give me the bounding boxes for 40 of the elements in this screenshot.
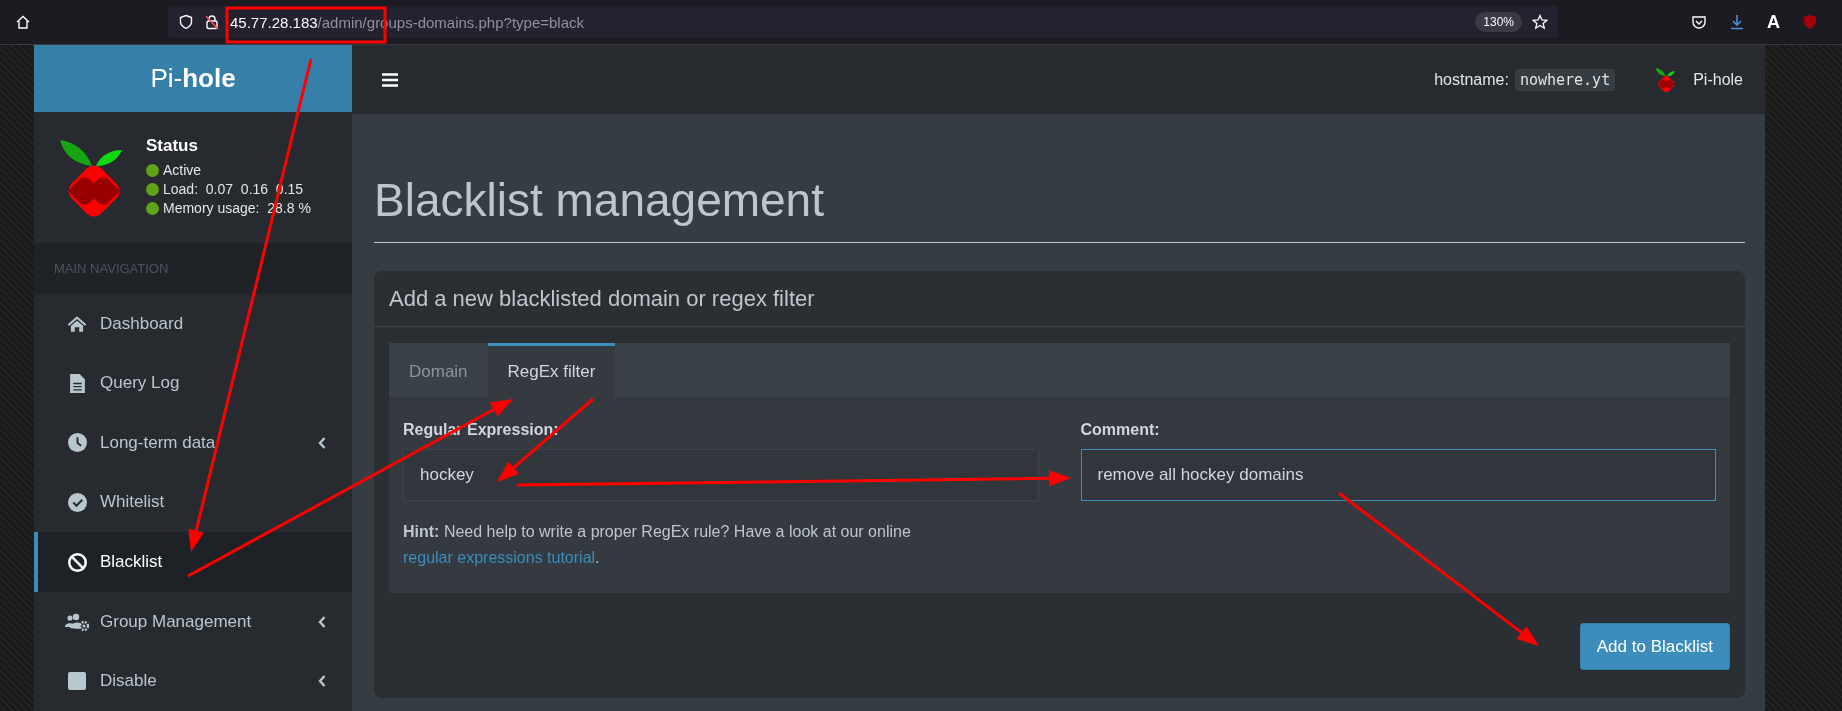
nav-item[interactable]: Dashboard [34, 294, 352, 354]
status-title: Status [146, 136, 199, 157]
square-icon [68, 672, 86, 691]
status-dot-icon [146, 201, 159, 215]
nav-item[interactable]: Group Management [34, 591, 352, 652]
input-field[interactable]: hockey [403, 449, 1039, 501]
document-icon [69, 373, 85, 393]
check-circle-icon [67, 493, 87, 512]
nav-item[interactable]: Long-term data [34, 413, 352, 473]
user-menu-label[interactable]: Pi-hole [1693, 70, 1743, 89]
insecure-lock-icon[interactable] [204, 14, 220, 30]
menu-icon[interactable] [382, 72, 398, 87]
clock-icon [67, 433, 87, 453]
nav-item[interactable]: Whitelist [34, 472, 352, 533]
users-gear-icon [65, 612, 89, 631]
hostname-value: nowhere.yt [1514, 68, 1616, 91]
page-title: Blacklist management [374, 173, 825, 228]
input-field[interactable]: remove all hockey domains [1080, 449, 1716, 501]
hint-text: Hint: Need help to write a proper RegEx rule? Have a look at our online regular expressions tutorial. [403, 522, 912, 568]
pocket-icon[interactable] [1691, 14, 1707, 30]
field-label: Comment: [1080, 421, 1160, 439]
hostname-label: hostname: [1434, 70, 1509, 89]
download-icon[interactable] [1729, 14, 1745, 30]
status-text: Active [163, 162, 202, 179]
nav-item[interactable]: Query Log [34, 353, 352, 414]
card-title: Add a new blacklisted domain or regex filter [389, 285, 815, 312]
nav-item[interactable]: Disable [34, 651, 352, 711]
tab[interactable]: RegEx filter [487, 343, 616, 397]
ban-icon [67, 552, 87, 572]
status-dot-icon [146, 182, 159, 196]
zoom-badge[interactable]: 130% [1475, 12, 1522, 32]
status-dot-icon [146, 163, 159, 177]
nav-item[interactable]: Blacklist [34, 532, 352, 592]
home-icon [67, 314, 87, 333]
home-icon[interactable] [15, 14, 31, 30]
extension-button[interactable]: A [1767, 11, 1780, 33]
shield-icon[interactable] [178, 14, 194, 30]
add-to-blacklist-button[interactable]: Add to Blacklist [1579, 623, 1730, 670]
sidebar-logo[interactable]: Pi-hole [34, 45, 352, 113]
star-icon[interactable] [1532, 14, 1548, 30]
